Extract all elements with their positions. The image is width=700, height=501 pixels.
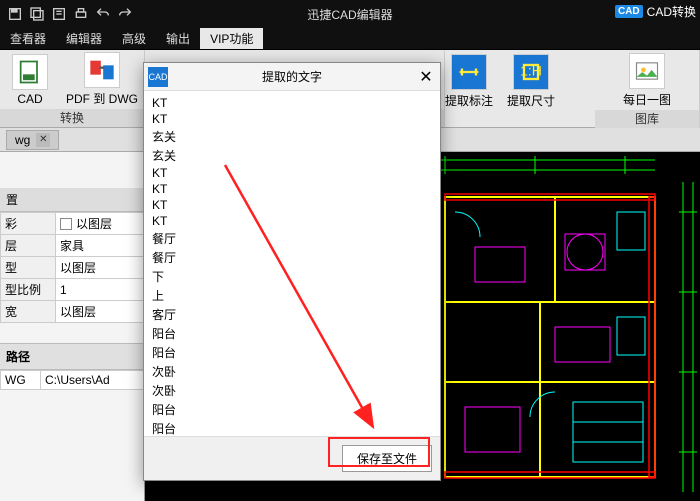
extracted-text-line[interactable]: 阳台: [152, 343, 432, 362]
extracted-text-line[interactable]: KT: [152, 95, 432, 111]
save-icon[interactable]: [4, 3, 26, 25]
ribbon-btn-cad-label: CAD: [17, 92, 42, 106]
pdf-dwg-icon: [84, 52, 120, 88]
cad-file-icon: [12, 54, 48, 90]
extracted-text-line[interactable]: KT: [152, 111, 432, 127]
extract-dim-icon: [451, 54, 487, 90]
extracted-text-line[interactable]: KT: [152, 197, 432, 213]
prop-val[interactable]: 家具: [56, 235, 144, 257]
ribbon-btn-daily-label: 每日一图: [623, 91, 671, 108]
svg-text:1:H: 1:H: [520, 63, 542, 79]
redo-icon[interactable]: [114, 3, 136, 25]
extracted-text-line[interactable]: KT: [152, 181, 432, 197]
gallery-icon: [629, 53, 665, 89]
properties-panel: 置 彩以图层 层家具 型以图层 型比例1 宽以图层 路径 WGC:\Users\…: [0, 152, 145, 501]
properties-table: 彩以图层 层家具 型以图层 型比例1 宽以图层: [0, 212, 144, 323]
menu-output[interactable]: 输出: [156, 28, 200, 49]
document-tab[interactable]: wg ✕: [6, 130, 59, 150]
properties-section-header: 置: [0, 188, 144, 212]
save-to-file-button[interactable]: 保存至文件: [342, 445, 432, 472]
ribbon-btn-extract-size[interactable]: 1:H 提取尺寸: [507, 54, 555, 109]
ribbon-group-gallery-label: 图库: [595, 110, 699, 128]
paths-section-header: 路径: [0, 343, 144, 370]
color-swatch-icon: [60, 218, 72, 230]
ribbon-group-convert-label: 转换: [0, 109, 144, 127]
extracted-text-line[interactable]: 餐厅: [152, 229, 432, 248]
ribbon-btn-extract-dim-label: 提取标注: [445, 92, 493, 109]
save-as-icon[interactable]: [26, 3, 48, 25]
extracted-text-line[interactable]: 玄关: [152, 127, 432, 146]
extracted-text-line[interactable]: 阳台: [152, 400, 432, 419]
prop-val[interactable]: 以图层: [56, 213, 144, 235]
dialog-title: 提取的文字: [172, 68, 412, 85]
cad-convert-link[interactable]: CAD CAD转换: [615, 3, 696, 20]
extracted-text-dialog: CAD 提取的文字 ✕ KTKT玄关玄关KTKTKTKT餐厅餐厅下上客厅阳台阳台…: [143, 62, 441, 481]
extracted-text-line[interactable]: 上: [152, 286, 432, 305]
extracted-text-line[interactable]: 客厅: [152, 305, 432, 324]
dialog-close-icon[interactable]: ✕: [412, 63, 440, 91]
prop-val[interactable]: 1: [56, 279, 144, 301]
ribbon-btn-pdf-dwg-label: PDF 到 DWG: [66, 90, 138, 107]
extracted-text-line[interactable]: 下: [152, 267, 432, 286]
path-key: WG: [1, 371, 41, 390]
undo-icon[interactable]: [92, 3, 114, 25]
extract-size-icon: 1:H: [513, 54, 549, 90]
ribbon-btn-extract-size-label: 提取尺寸: [507, 92, 555, 109]
cad-convert-label: CAD转换: [647, 3, 696, 20]
extracted-text-line[interactable]: KT: [152, 213, 432, 229]
dialog-app-icon: CAD: [148, 67, 168, 87]
extracted-text-line[interactable]: 次卧: [152, 362, 432, 381]
cad-badge-icon: CAD: [615, 5, 643, 18]
prop-key: 层: [1, 235, 56, 257]
title-bar: 迅捷CAD编辑器 CAD CAD转换: [0, 0, 700, 28]
print-icon[interactable]: [70, 3, 92, 25]
extracted-text-line[interactable]: 阳台: [152, 324, 432, 343]
extracted-text-line[interactable]: KT: [152, 165, 432, 181]
prop-val[interactable]: 以图层: [56, 257, 144, 279]
prop-key: 宽: [1, 301, 56, 323]
document-tab-label: wg: [15, 133, 30, 147]
menu-advanced[interactable]: 高级: [112, 28, 156, 49]
extracted-text-line[interactable]: 阳台: [152, 419, 432, 436]
menu-vip[interactable]: VIP功能: [200, 28, 263, 49]
dialog-text-list[interactable]: KTKT玄关玄关KTKTKTKT餐厅餐厅下上客厅阳台阳台次卧次卧阳台阳台客厅: [144, 91, 440, 436]
prop-key: 型比例: [1, 279, 56, 301]
dialog-title-bar[interactable]: CAD 提取的文字 ✕: [144, 63, 440, 91]
ribbon-btn-extract-dim[interactable]: 提取标注: [445, 54, 493, 109]
path-value: C:\Users\Ad: [41, 371, 144, 390]
close-tab-icon[interactable]: ✕: [36, 133, 50, 147]
prop-key: 彩: [1, 213, 56, 235]
menu-viewer[interactable]: 查看器: [0, 28, 56, 49]
menu-bar: 查看器 编辑器 高级 输出 VIP功能: [0, 28, 700, 50]
prop-val[interactable]: 以图层: [56, 301, 144, 323]
extracted-text-line[interactable]: 次卧: [152, 381, 432, 400]
save-all-icon[interactable]: [48, 3, 70, 25]
extracted-text-line[interactable]: 玄关: [152, 146, 432, 165]
menu-editor[interactable]: 编辑器: [56, 28, 112, 49]
ribbon-btn-pdf-dwg[interactable]: PDF 到 DWG: [66, 52, 138, 107]
extracted-text-line[interactable]: 餐厅: [152, 248, 432, 267]
ribbon-btn-daily-image[interactable]: 每日一图: [623, 53, 671, 108]
ribbon-btn-cad[interactable]: CAD: [6, 54, 54, 106]
prop-key: 型: [1, 257, 56, 279]
